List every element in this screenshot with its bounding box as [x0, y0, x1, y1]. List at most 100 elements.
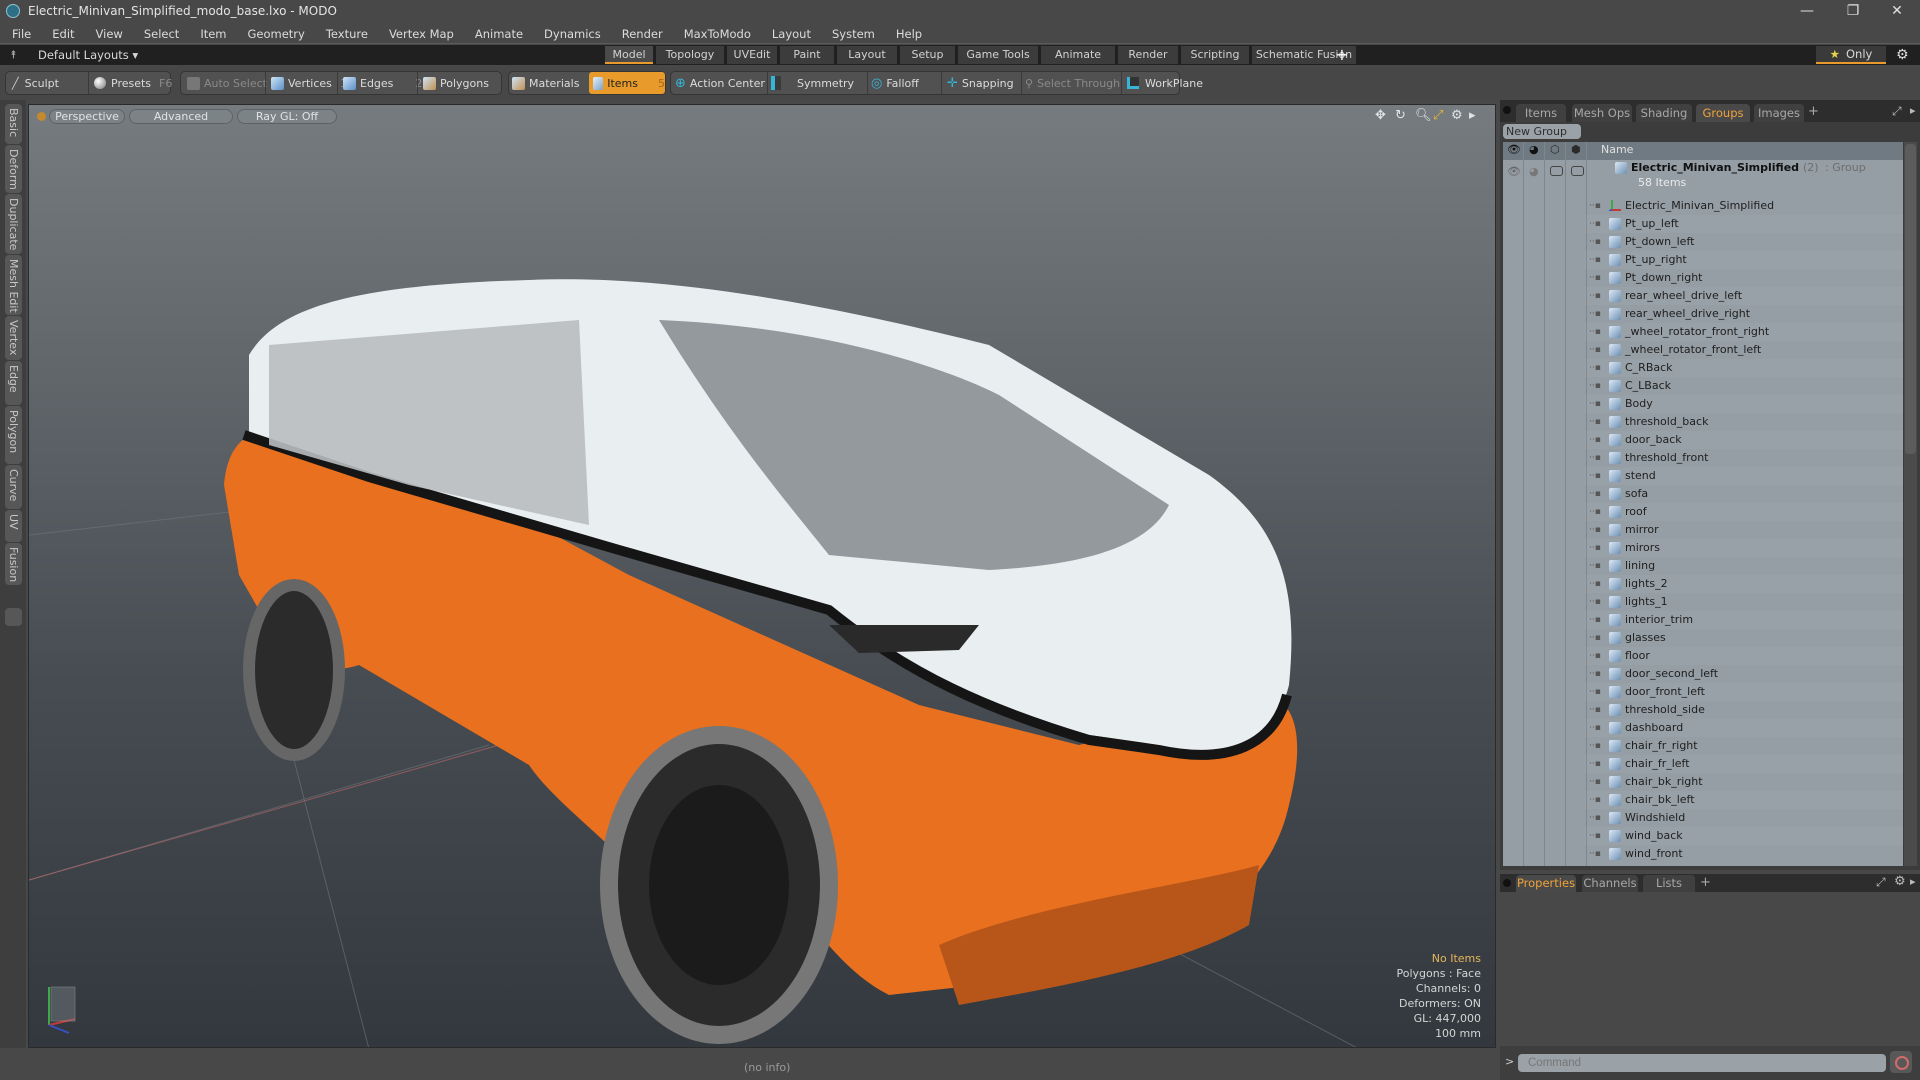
auto-select-button[interactable]: Auto Select [187, 72, 267, 94]
list-item[interactable]: ··▪ Pt_down_left [1585, 233, 1903, 251]
falloff-button[interactable]: ◎ Falloff [871, 72, 919, 94]
list-item[interactable]: ··▪ C_LBack [1585, 377, 1903, 395]
tab-vertex[interactable]: Vertex [5, 316, 22, 360]
list-item[interactable]: ··▪ Pt_up_right [1585, 251, 1903, 269]
list-item[interactable]: ··▪ threshold_back [1585, 413, 1903, 431]
tab-render[interactable]: Render [1118, 46, 1178, 64]
close-button[interactable]: ✕ [1874, 0, 1920, 22]
panel-arrow-icon[interactable]: ▸ [1910, 104, 1916, 117]
presets-button[interactable]: Presets F6 [94, 72, 172, 94]
list-item[interactable]: ··▪ roof [1585, 503, 1903, 521]
list-item[interactable]: ··▪ chair_bk_right [1585, 773, 1903, 791]
workplane-button[interactable]: WorkPlane [1127, 72, 1203, 94]
tab-topology[interactable]: Topology [656, 46, 724, 64]
tab-game-tools[interactable]: Game Tools [958, 46, 1038, 64]
default-layouts-dropdown[interactable]: Default Layouts ▾ [38, 48, 138, 62]
tab-polygon[interactable]: Polygon [5, 406, 22, 464]
list-item[interactable]: ··▪ rear_wheel_drive_right [1585, 305, 1903, 323]
list-item[interactable]: ··▪ interior_trim [1585, 611, 1903, 629]
list-item[interactable]: ··▪ Pt_up_left [1585, 215, 1903, 233]
layout-up-icon[interactable]: ⯭ [10, 48, 17, 62]
expand-properties-icon[interactable]: ⤢ [1876, 875, 1886, 890]
tab-paint[interactable]: Paint [780, 46, 834, 64]
tab-deform[interactable]: Deform [5, 145, 22, 193]
restore-button[interactable]: ❐ [1830, 0, 1876, 22]
tab-scripting[interactable]: Scripting [1181, 46, 1249, 64]
tab-basic[interactable]: Basic [5, 104, 22, 144]
select-through-button[interactable]: ⚲ Select Through [1025, 72, 1120, 94]
list-item[interactable]: ··▪ wind_front [1585, 845, 1903, 863]
tab-uvedit[interactable]: UVEdit [727, 46, 777, 64]
tab-fusion[interactable]: Fusion [5, 543, 22, 585]
minimize-button[interactable]: — [1784, 0, 1830, 22]
list-item[interactable]: ··▪ dashboard [1585, 719, 1903, 737]
command-input[interactable] [1518, 1054, 1886, 1072]
menu-file[interactable]: File [12, 27, 31, 41]
tab-curve[interactable]: Curve [5, 465, 22, 509]
list-item[interactable]: ··▪ Windshield [1585, 809, 1903, 827]
list-item[interactable]: ··▪ door_front_left [1585, 683, 1903, 701]
list-item[interactable]: ··▪ floor [1585, 647, 1903, 665]
menu-layout[interactable]: Layout [772, 27, 811, 41]
groups-scrollbar[interactable] [1904, 142, 1917, 866]
menu-view[interactable]: View [96, 27, 123, 41]
tab-mesh-edit[interactable]: Mesh Edit [5, 255, 22, 315]
menu-vertex-map[interactable]: Vertex Map [389, 27, 454, 41]
list-item[interactable]: ··▪ _wheel_rotator_front_right [1585, 323, 1903, 341]
group-visibility-toggle[interactable]: 👁︎ [1507, 165, 1521, 178]
menu-help[interactable]: Help [896, 27, 922, 41]
tab-layout[interactable]: Layout [837, 46, 897, 64]
list-item[interactable]: ··▪ glasses [1585, 629, 1903, 647]
sculpt-button[interactable]: ╱ Sculpt [12, 72, 59, 94]
menu-dynamics[interactable]: Dynamics [544, 27, 601, 41]
record-macro-button[interactable] [1890, 1051, 1912, 1073]
list-item[interactable]: ··▪ chair_fr_right [1585, 737, 1903, 755]
tab-shading[interactable]: Shading [1636, 104, 1692, 122]
list-item[interactable]: ··▪ rear_wheel_drive_left [1585, 287, 1903, 305]
properties-menu-dot-icon[interactable] [1503, 879, 1511, 887]
name-column-header[interactable]: Name [1601, 143, 1633, 156]
tab-uv[interactable]: UV [5, 510, 22, 542]
symmetry-button[interactable]: Symmetry [771, 72, 854, 94]
expand-panel-icon[interactable]: ⤢ [1892, 104, 1902, 119]
menu-system[interactable]: System [832, 27, 875, 41]
tab-duplicate[interactable]: Duplicate [5, 194, 22, 254]
list-item[interactable]: ··▪ C_RBack [1585, 359, 1903, 377]
list-item[interactable]: ··▪ Electric_Minivan_Simplified [1585, 197, 1903, 215]
group-render-toggle[interactable]: ◕ [1529, 165, 1539, 178]
3d-viewport[interactable]: Perspective Advanced Ray GL: Off ✥ ↻ 🔍︎ … [28, 104, 1496, 1048]
tab-mesh-ops[interactable]: Mesh Ops [1572, 104, 1632, 122]
list-item[interactable]: ··▪ wind_back [1585, 827, 1903, 845]
list-item[interactable]: ··▪ sofa [1585, 485, 1903, 503]
list-item[interactable]: ··▪ mirror [1585, 521, 1903, 539]
list-item[interactable]: ··▪ lining [1585, 557, 1903, 575]
menu-render[interactable]: Render [622, 27, 663, 41]
list-item[interactable]: ··▪ threshold_side [1585, 701, 1903, 719]
menu-item[interactable]: Item [200, 27, 226, 41]
group-select-checkbox[interactable] [1571, 166, 1584, 176]
gear-icon[interactable]: ⚙ [1896, 47, 1909, 63]
tab-animate[interactable]: Animate [1041, 46, 1115, 64]
list-item[interactable]: ··▪ lights_1 [1585, 593, 1903, 611]
add-layout-tab-button[interactable]: + [1332, 46, 1352, 64]
menu-animate[interactable]: Animate [475, 27, 523, 41]
list-item[interactable]: ··▪ chair_bk_left [1585, 791, 1903, 809]
tab-extra[interactable] [5, 608, 22, 626]
tab-edge[interactable]: Edge [5, 361, 22, 405]
add-properties-tab-button[interactable]: + [1700, 875, 1711, 890]
add-tab-button[interactable]: + [1808, 104, 1819, 119]
properties-arrow-icon[interactable]: ▸ [1910, 875, 1916, 888]
list-item[interactable]: ··▪ door_back [1585, 431, 1903, 449]
list-item[interactable]: ··▪ door_second_left [1585, 665, 1903, 683]
list-item[interactable]: ··▪ mirors [1585, 539, 1903, 557]
panel-menu-dot-icon[interactable] [1503, 106, 1511, 114]
tab-setup[interactable]: Setup [900, 46, 955, 64]
new-group-button[interactable]: New Group [1503, 124, 1581, 139]
snapping-button[interactable]: ✛ Snapping [947, 72, 1014, 94]
tab-images[interactable]: Images [1754, 104, 1804, 122]
list-item[interactable]: ··▪ chair_fr_left [1585, 755, 1903, 773]
tab-groups[interactable]: Groups [1696, 104, 1750, 122]
list-item[interactable]: ··▪ Body [1585, 395, 1903, 413]
list-item[interactable]: ··▪ lights_2 [1585, 575, 1903, 593]
tab-channels[interactable]: Channels [1582, 875, 1638, 892]
